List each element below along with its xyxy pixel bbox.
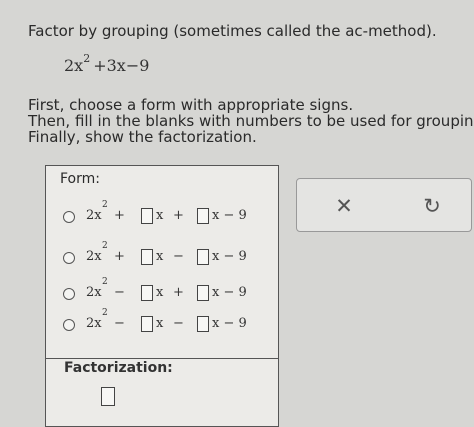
blank-box[interactable] bbox=[197, 316, 209, 332]
blank-box[interactable] bbox=[197, 208, 209, 224]
instruction-text: Factor by grouping (sometimes called the… bbox=[28, 22, 437, 40]
action-panel: ✕ ↻ bbox=[296, 178, 472, 232]
undo-button[interactable]: ↻ bbox=[417, 191, 447, 221]
close-icon: ✕ bbox=[335, 194, 353, 218]
steps-text: First, choose a form with appropriate si… bbox=[28, 97, 474, 145]
factorization-input[interactable] bbox=[101, 387, 115, 406]
blank-box[interactable] bbox=[141, 208, 153, 224]
form-option-2[interactable]: 2x 2 + x − x − 9 bbox=[60, 241, 270, 270]
blank-box[interactable] bbox=[141, 316, 153, 332]
clear-button[interactable]: ✕ bbox=[329, 191, 359, 221]
radio-button[interactable] bbox=[63, 288, 75, 300]
radio-button[interactable] bbox=[63, 211, 75, 223]
step-3: Finally, show the factorization. bbox=[28, 128, 257, 146]
step-1: First, choose a form with appropriate si… bbox=[28, 96, 354, 114]
step-2: Then, fill in the blanks with numbers to… bbox=[28, 112, 474, 130]
radio-button[interactable] bbox=[63, 319, 75, 331]
blank-box[interactable] bbox=[197, 285, 209, 301]
blank-box[interactable] bbox=[141, 249, 153, 265]
undo-icon: ↻ bbox=[423, 194, 441, 218]
factorization-label: Factorization: bbox=[64, 360, 173, 376]
blank-box[interactable] bbox=[141, 285, 153, 301]
panel-divider bbox=[45, 358, 278, 359]
form-label: Form: bbox=[60, 171, 100, 187]
expression: 2x2 +3x−9 bbox=[64, 52, 150, 75]
radio-button[interactable] bbox=[63, 252, 75, 264]
form-option-1[interactable]: 2x 2 + x + x − 9 bbox=[60, 200, 270, 229]
blank-box[interactable] bbox=[197, 249, 209, 265]
form-option-4[interactable]: 2x 2 − x − x − 9 bbox=[60, 308, 270, 337]
form-option-3[interactable]: 2x 2 − x + x − 9 bbox=[60, 277, 270, 306]
